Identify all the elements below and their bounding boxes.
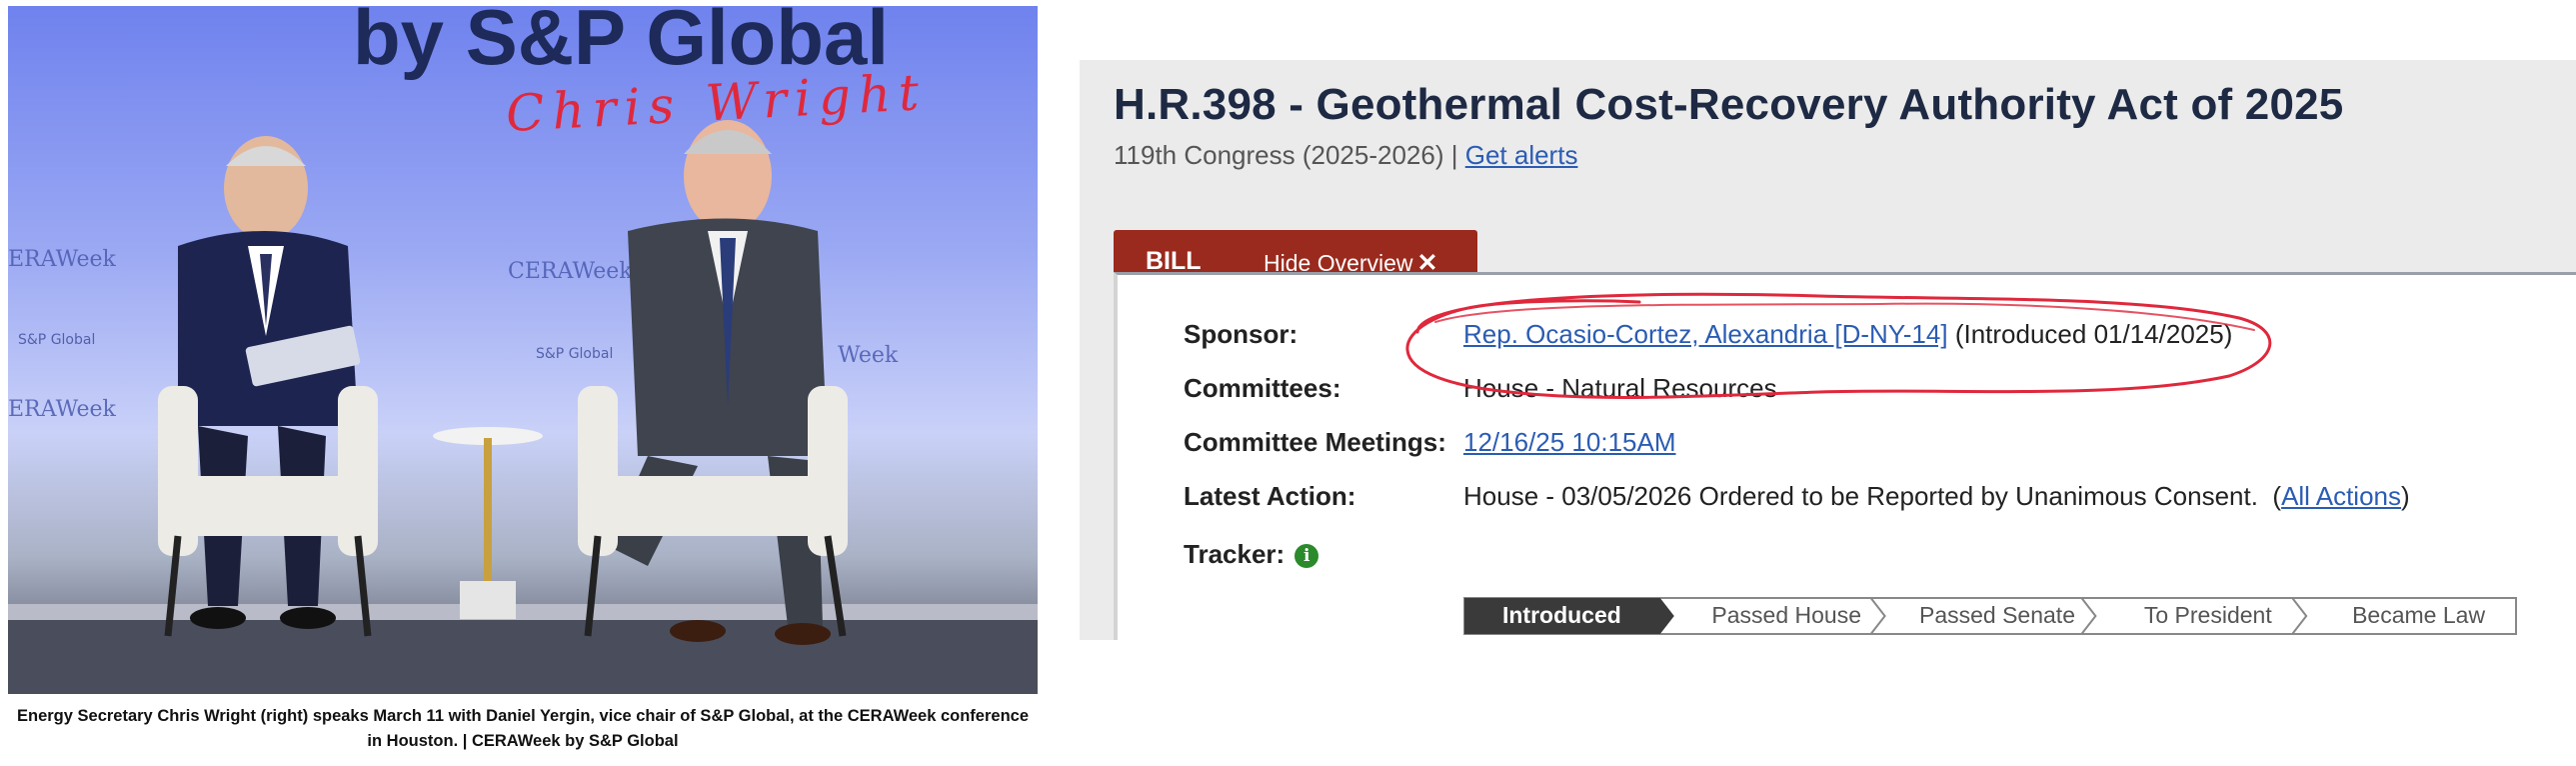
latest-action-text: House - 03/05/2026 Ordered to be Reporte… bbox=[1463, 481, 2258, 511]
tracker-step-passed-senate: Passed Senate bbox=[1918, 602, 2075, 628]
get-alerts-link[interactable]: Get alerts bbox=[1465, 140, 1578, 170]
tracker-step-became-law: Became Law bbox=[2352, 602, 2486, 628]
person-right bbox=[608, 120, 831, 645]
tracker-step-introduced: Introduced bbox=[1501, 602, 1621, 628]
bill-page: H.R.398 - Geothermal Cost-Recovery Autho… bbox=[1080, 60, 2576, 640]
tracker-step-to-president: To President bbox=[2143, 602, 2272, 628]
tracker-label: Tracker: bbox=[1184, 539, 1286, 569]
svg-text:Week: Week bbox=[838, 343, 899, 368]
sponsor-label: Sponsor: bbox=[1184, 319, 1298, 349]
info-icon[interactable]: i bbox=[1294, 544, 1319, 568]
committee-meetings-label: Committee Meetings: bbox=[1184, 427, 1446, 457]
all-actions-link[interactable]: All Actions bbox=[2281, 481, 2401, 511]
committees-label: Committees: bbox=[1184, 373, 1341, 403]
congress-line: 119th Congress (2025-2026) | Get alerts bbox=[1114, 140, 1577, 171]
svg-text:S&P Global: S&P Global bbox=[18, 332, 95, 348]
tracker-step-passed-house: Passed House bbox=[1711, 602, 1861, 628]
sponsor-introduced-date: (Introduced 01/14/2025) bbox=[1954, 319, 2233, 349]
latest-action-label: Latest Action: bbox=[1184, 481, 1356, 511]
committees-value: House - Natural Resources bbox=[1463, 373, 1777, 403]
latest-action-value: House - 03/05/2026 Ordered to be Reporte… bbox=[1463, 481, 2410, 512]
svg-text:CERAWeek: CERAWeek bbox=[508, 259, 633, 284]
bill-overview: Sponsor: Rep. Ocasio-Cortez, Alexandria … bbox=[1114, 272, 2576, 640]
congress-session: 119th Congress (2025-2026) | bbox=[1114, 140, 1458, 170]
svg-text:ERAWeek: ERAWeek bbox=[8, 247, 116, 272]
svg-text:S&P Global: S&P Global bbox=[536, 346, 613, 362]
page-title: H.R.398 - Geothermal Cost-Recovery Autho… bbox=[1114, 80, 2344, 129]
sponsor-value: Rep. Ocasio-Cortez, Alexandria [D-NY-14]… bbox=[1463, 319, 2232, 350]
committee-meeting-link[interactable]: 12/16/25 10:15AM bbox=[1463, 427, 1676, 457]
svg-text:ERAWeek: ERAWeek bbox=[8, 397, 116, 422]
photo-caption: Energy Secretary Chris Wright (right) sp… bbox=[16, 707, 1030, 750]
sponsor-link[interactable]: Rep. Ocasio-Cortez, Alexandria [D-NY-14] bbox=[1463, 319, 1948, 349]
all-actions-open-paren: ( bbox=[2272, 481, 2282, 511]
news-photo: ERAWeek CERAWeek ERAWeek Week S&P Global… bbox=[8, 6, 1038, 694]
bill-tracker: Introduced Passed House Passed Senate To Pr… bbox=[1463, 597, 2517, 635]
person-left bbox=[178, 136, 361, 629]
tracker-label-group: Tracker: i bbox=[1184, 539, 1319, 570]
all-actions-close-paren: ) bbox=[2401, 481, 2410, 511]
committee-meetings-value: 12/16/25 10:15AM bbox=[1463, 427, 1676, 458]
